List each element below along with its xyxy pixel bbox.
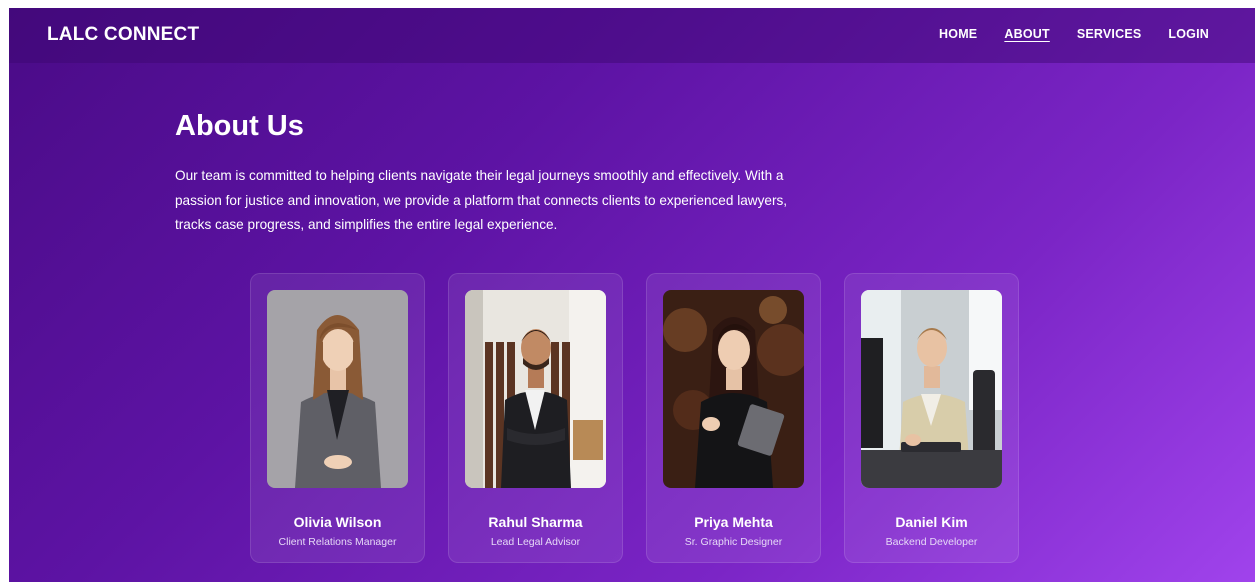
team-member-role: Sr. Graphic Designer — [684, 536, 783, 548]
page-frame: LALC CONNECT HOME ABOUT SERVICES LOGIN A… — [9, 8, 1255, 582]
team-member-name: Priya Mehta — [694, 514, 773, 530]
team-card: Rahul Sharma Lead Legal Advisor — [448, 273, 623, 563]
about-title: About Us — [175, 110, 304, 142]
nav-link-about[interactable]: ABOUT — [1004, 27, 1049, 41]
team-photo — [663, 290, 804, 488]
team-member-name: Olivia Wilson — [293, 514, 382, 530]
nav-link-home[interactable]: HOME — [939, 27, 977, 41]
nav-links: HOME ABOUT SERVICES LOGIN — [939, 27, 1209, 41]
team-card: Olivia Wilson Client Relations Manager — [250, 273, 425, 563]
brand-logo[interactable]: LALC CONNECT — [47, 24, 199, 46]
nav-link-login[interactable]: LOGIN — [1168, 27, 1209, 41]
navbar: LALC CONNECT HOME ABOUT SERVICES LOGIN — [9, 8, 1255, 63]
team-card: Daniel Kim Backend Developer — [844, 273, 1019, 563]
team-member-role: Backend Developer — [885, 536, 978, 548]
nav-link-services[interactable]: SERVICES — [1077, 27, 1142, 41]
team-photo — [861, 290, 1002, 488]
team-member-role: Lead Legal Advisor — [490, 536, 581, 548]
team-grid: Olivia Wilson Client Relations Manager R… — [250, 273, 1019, 563]
team-member-name: Daniel Kim — [895, 514, 968, 530]
team-member-name: Rahul Sharma — [488, 514, 583, 530]
team-member-role: Client Relations Manager — [278, 536, 397, 548]
team-photo — [465, 290, 606, 488]
about-description: Our team is committed to helping clients… — [175, 168, 788, 232]
team-photo — [267, 290, 408, 488]
team-card: Priya Mehta Sr. Graphic Designer — [646, 273, 821, 563]
